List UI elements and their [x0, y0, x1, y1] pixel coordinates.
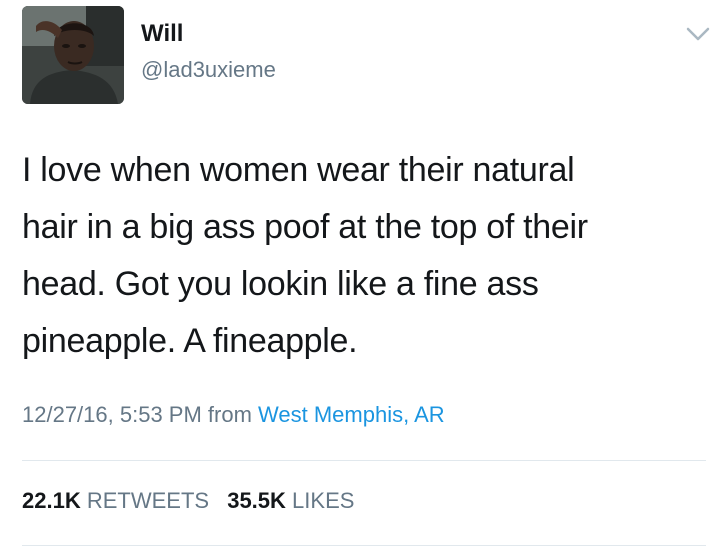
timestamp[interactable]: 12/27/16, 5:53 PM from — [22, 402, 252, 427]
tweet-meta: 12/27/16, 5:53 PM from West Memphis, AR — [22, 400, 445, 430]
retweets-count: 22.1K — [22, 488, 81, 513]
avatar[interactable] — [22, 6, 124, 104]
author-handle[interactable]: @lad3uxieme — [141, 56, 276, 84]
tweet-text-line: head. Got you lookin like a fine ass — [22, 265, 539, 303]
retweets-label: RETWEETS — [86, 488, 210, 513]
avatar-photo — [22, 6, 124, 104]
tweet-text: I love when women wear their natural hai… — [22, 142, 702, 370]
tweet-text-line: I love when women wear their natural — [22, 151, 575, 189]
likes-count: 35.5K — [227, 488, 286, 513]
tweet-text-line: pineapple. A fineapple. — [22, 322, 358, 360]
divider — [22, 460, 706, 461]
likes-stat[interactable]: 35.5K LIKES — [227, 488, 354, 513]
tweet-card: Will @lad3uxieme I love when women wear … — [0, 0, 720, 556]
tweet-text-line: hair in a big ass poof at the top of the… — [22, 208, 588, 246]
tweet-stats: 22.1K RETWEETS 35.5K LIKES — [22, 486, 354, 516]
retweets-stat[interactable]: 22.1K RETWEETS — [22, 488, 215, 513]
chevron-down-icon[interactable] — [684, 24, 712, 44]
location-link[interactable]: West Memphis, AR — [258, 402, 445, 427]
author-name[interactable]: Will — [141, 20, 183, 48]
likes-label: LIKES — [292, 488, 355, 513]
divider — [22, 545, 706, 546]
